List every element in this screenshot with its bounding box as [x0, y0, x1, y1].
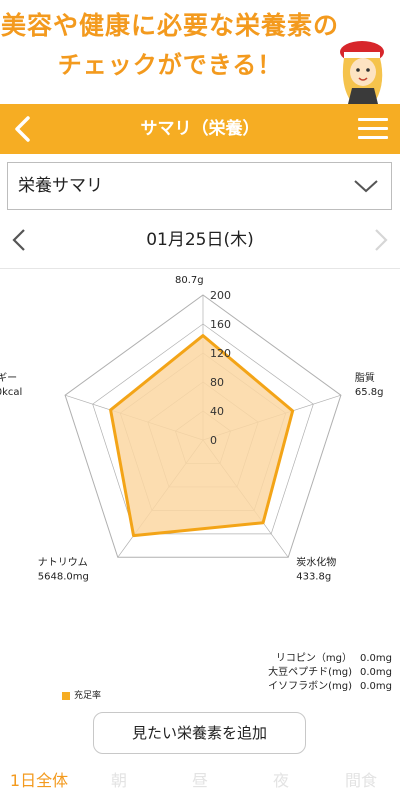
- nutrient-value: 0.0mg: [360, 667, 392, 678]
- promo-line-2: チェックができる！: [57, 51, 283, 79]
- tab-snack[interactable]: 間食: [322, 762, 400, 800]
- chevron-down-icon: [354, 180, 378, 193]
- back-chevron-icon[interactable]: [4, 104, 44, 154]
- tab-breakfast[interactable]: 朝: [80, 762, 158, 800]
- extra-nutrient-row: 大豆ペプチド(mg) 0.0mg: [268, 666, 392, 680]
- page-title: サマリ（栄養）: [140, 119, 260, 139]
- promo-banner: 美容や健康に必要な栄養素の チェックができる！: [0, 0, 400, 104]
- radar-scale-tick: 120: [210, 347, 231, 360]
- radar-axis-value: 80.7g: [175, 275, 204, 286]
- radar-axis-name: タンパク質: [175, 270, 225, 272]
- summary-type-select[interactable]: 栄養サマリ: [7, 162, 392, 210]
- radar-scale-tick: 40: [210, 405, 224, 418]
- nutrient-value: 0.0mg: [360, 653, 392, 664]
- radar-axis-value: 433.8g: [296, 571, 331, 582]
- chef-girl-mascot-icon: [340, 41, 384, 104]
- nutrient-label: 大豆ペプチド(mg): [268, 667, 352, 678]
- add-nutrient-button[interactable]: 見たい栄養素を追加: [93, 712, 306, 754]
- nutrient-label: イソフラボン(mg): [268, 681, 352, 692]
- fulfillment-polygon: [109, 334, 295, 538]
- tab-lunch[interactable]: 昼: [160, 762, 240, 800]
- radar-scale-tick: 0: [210, 434, 217, 447]
- radar-axis-value: 65.8g: [355, 387, 384, 398]
- app-header: サマリ（栄養）: [0, 104, 400, 154]
- legend-label: 充足率: [74, 691, 102, 701]
- radar-scale-tick: 160: [210, 318, 231, 331]
- radar-axis-name: 脂質: [355, 371, 375, 384]
- radar-scale-tick: 200: [210, 289, 231, 302]
- tab-dinner[interactable]: 夜: [242, 762, 320, 800]
- extra-nutrient-row: イソフラボン(mg) 0.0mg: [268, 680, 392, 694]
- hamburger-menu-icon[interactable]: [358, 116, 388, 142]
- meal-tab-bar: 1日全体 朝 昼 夜 間食: [0, 762, 400, 800]
- radar-axis-value: 2830.0kcal: [0, 387, 22, 398]
- radar-axis-name: エネルギー: [0, 372, 17, 384]
- nutrient-label: リコピン（mg）: [275, 653, 352, 664]
- nutrient-value: 0.0mg: [360, 681, 392, 692]
- date-navigator: 01月25日(木): [0, 220, 400, 260]
- radar-axis-name: ナトリウム: [38, 556, 88, 568]
- promo-line-1: 美容や健康に必要な栄養素の: [0, 11, 339, 40]
- summary-type-value: 栄養サマリ: [18, 176, 103, 196]
- extra-nutrient-row: リコピン（mg） 0.0mg: [268, 652, 392, 666]
- radar-axis-name: 炭水化物: [296, 555, 336, 568]
- legend-swatch: [62, 691, 70, 700]
- chevron-right-icon[interactable]: [368, 224, 392, 256]
- extra-nutrients-list: リコピン（mg） 0.0mg 大豆ペプチド(mg) 0.0mg イソフラボン(mg)…: [268, 652, 392, 694]
- tab-all-day[interactable]: 1日全体: [0, 762, 78, 800]
- chevron-left-icon[interactable]: [8, 224, 32, 256]
- nutrient-radar-chart: 200 160 120 80 40 0 タンパク質 80.7g 脂質 65.8g 炭水化物 433.…: [0, 270, 384, 582]
- radar-axis-value: 5648.0mg: [38, 571, 89, 582]
- radar-scale-tick: 80: [210, 376, 224, 389]
- chart-legend: 充足率: [62, 688, 101, 701]
- divider: [0, 268, 400, 269]
- current-date: 01月25日(木): [146, 230, 254, 250]
